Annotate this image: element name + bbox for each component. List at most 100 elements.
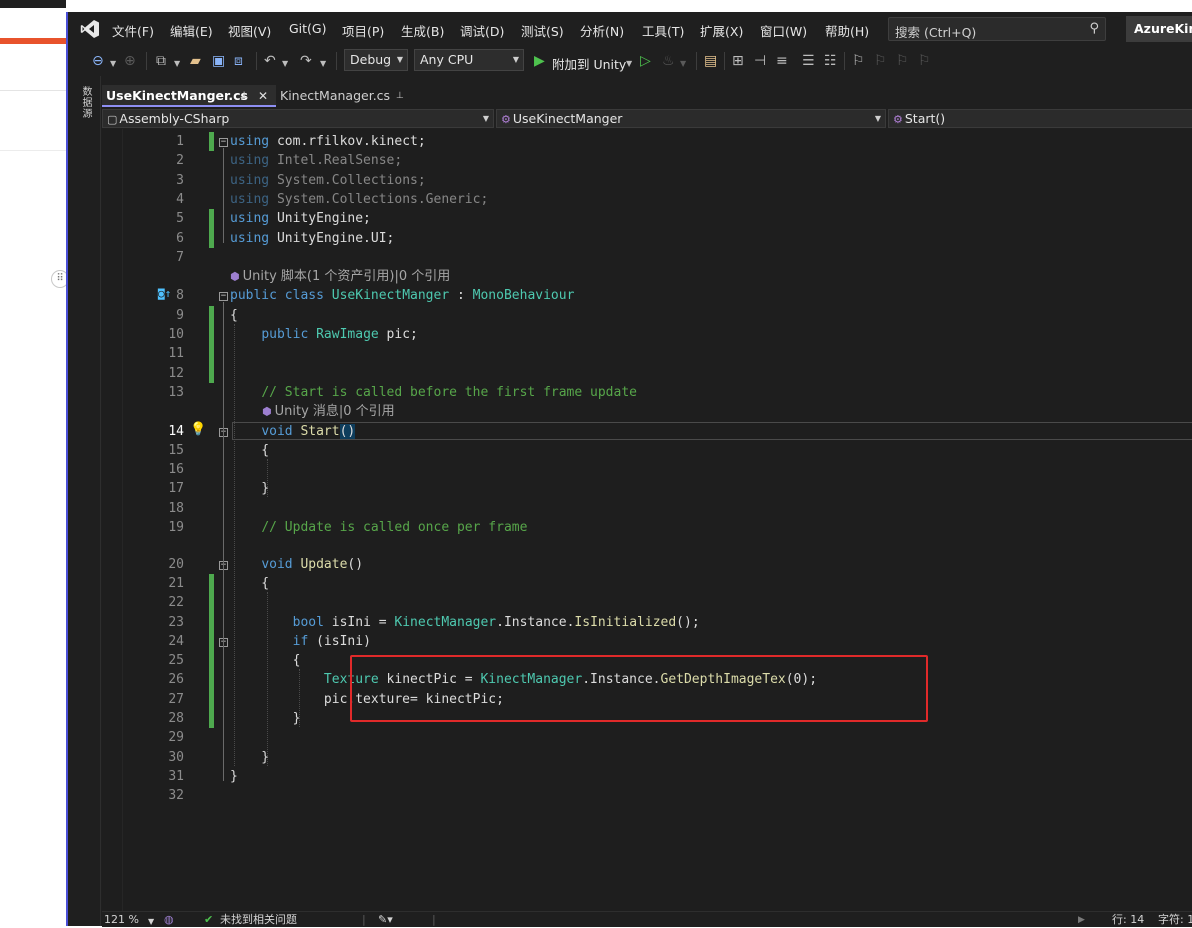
code-line[interactable]: }	[230, 709, 301, 728]
code-line[interactable]: // Update is called once per frame	[230, 518, 527, 537]
code-line[interactable]: }	[230, 767, 238, 786]
menu-analyze[interactable]: 分析(N)	[580, 21, 624, 40]
scroll-right-icon[interactable]: ▶	[1078, 914, 1085, 927]
member-select[interactable]: ⚙ Start()	[888, 109, 1192, 128]
navigate-back-icon[interactable]: ⊖	[92, 52, 104, 70]
redo-icon[interactable]: ↷	[300, 52, 312, 70]
line-number: 31	[168, 768, 184, 784]
chevron-down-icon[interactable]: ▼	[282, 55, 288, 73]
code-line[interactable]: using com.rfilkov.kinect;	[230, 132, 426, 151]
code-line[interactable]: using System.Collections.Generic;	[230, 190, 488, 209]
project-select[interactable]: ▢ Assembly-CSharp ▼	[102, 109, 494, 128]
lightbulb-icon[interactable]: 💡	[190, 422, 206, 437]
collapse-toggle-icon[interactable]: −	[219, 138, 228, 147]
start-without-debugging-icon[interactable]: ▷	[640, 52, 651, 70]
chevron-down-icon[interactable]: ▼	[174, 55, 180, 73]
line-number: 9	[176, 307, 184, 323]
chevron-down-icon[interactable]: ▼	[110, 55, 116, 73]
open-file-icon[interactable]: ▰	[190, 52, 201, 70]
code-editor[interactable]: 1 2 3 4 5 6 7 8 9 10 11 12 13 14 15 16 17 18 19 20 21 22 23 24 2…	[102, 129, 1192, 911]
code-token: pic;	[378, 327, 418, 342]
code-lens-class[interactable]: ⬢ Unity 脚本(1 个资产引用)|0 个引用	[230, 267, 450, 286]
code-lens-method[interactable]: ⬢ Unity 消息|0 个引用	[262, 402, 395, 421]
tab-usekinectmanger[interactable]: UseKinectManger.cs ⊥ ✕	[102, 85, 278, 107]
line-number: 13	[168, 384, 184, 400]
attach-to-unity-button[interactable]: 附加到 Unity	[552, 54, 626, 73]
solution-name-badge[interactable]: AzureKinect	[1126, 16, 1192, 42]
toolbar-separator	[256, 52, 257, 70]
previous-bookmark-icon[interactable]: ⚐	[874, 52, 887, 70]
code-line[interactable]: using UnityEngine;	[230, 209, 371, 228]
copilot-icon[interactable]: ◍	[164, 913, 174, 926]
new-project-icon[interactable]: ⧉	[156, 52, 166, 70]
menu-git[interactable]: Git(G)	[289, 21, 327, 36]
menu-extensions[interactable]: 扩展(X)	[700, 21, 743, 40]
bookmark-icon[interactable]: ⚐	[852, 52, 865, 70]
menu-test[interactable]: 测试(S)	[521, 21, 564, 40]
next-bookmark-icon[interactable]: ⚐	[896, 52, 909, 70]
uncomment-icon[interactable]: ☷	[824, 52, 837, 70]
chevron-down-icon[interactable]: ▼	[626, 55, 632, 73]
chevron-down-icon: ▼	[874, 114, 881, 123]
char-indicator[interactable]: 字符: 1	[1158, 913, 1192, 926]
clear-bookmarks-icon[interactable]: ⚐	[918, 52, 931, 70]
save-all-icon[interactable]: ⧈	[234, 52, 243, 70]
code-line[interactable]: if (isIni)	[230, 632, 371, 651]
code-line[interactable]: using UnityEngine.UI;	[230, 229, 394, 248]
platform-select[interactable]: Any CPU ▼	[414, 49, 524, 71]
line-indicator[interactable]: 行: 14	[1112, 913, 1144, 926]
comment-out-icon[interactable]: ☰	[802, 52, 815, 70]
menu-edit[interactable]: 编辑(E)	[170, 21, 213, 40]
menu-debug[interactable]: 调试(D)	[460, 21, 504, 40]
navigate-forward-icon[interactable]: ⊕	[124, 52, 136, 70]
code-line[interactable]: // Start is called before the first fram…	[230, 383, 637, 402]
code-line[interactable]: bool isIni = KinectManager.Instance.IsIn…	[230, 613, 700, 632]
menu-build[interactable]: 生成(B)	[401, 21, 444, 40]
menu-file[interactable]: 文件(F)	[112, 21, 154, 40]
chevron-down-icon[interactable]: ▼	[320, 55, 326, 73]
chevron-down-icon[interactable]: ▼	[680, 55, 686, 73]
line-number: 18	[168, 500, 184, 516]
solution-explorer-icon[interactable]: ▤	[704, 52, 717, 70]
zoom-level[interactable]: 121 %	[104, 913, 139, 926]
type-select[interactable]: ⚙ UseKinectManger ▼	[496, 109, 886, 128]
code-line[interactable]: }	[230, 748, 269, 767]
code-line[interactable]: {	[230, 306, 238, 325]
pin-icon[interactable]: ⊥	[396, 85, 404, 107]
menu-view[interactable]: 视图(V)	[228, 21, 271, 40]
code-token: :	[449, 288, 473, 304]
undo-icon[interactable]: ↶	[264, 52, 276, 70]
code-line[interactable]: using Intel.RealSense;	[230, 151, 402, 170]
code-line[interactable]: {	[230, 651, 301, 670]
collapse-toggle-icon[interactable]: −	[219, 292, 228, 302]
override-indicator-icon[interactable]: ◙↑	[158, 287, 171, 300]
tab-kinectmanager[interactable]: KinectManager.cs ⊥	[276, 85, 426, 107]
step-into-icon[interactable]: ⊣	[754, 52, 766, 70]
chevron-down-icon[interactable]: ▼	[148, 915, 154, 928]
code-line[interactable]: using System.Collections;	[230, 171, 426, 190]
pin-icon[interactable]: ⊥	[240, 85, 248, 107]
window-layout-icon[interactable]: ⊞	[732, 52, 744, 70]
format-document-icon[interactable]: ≡	[776, 52, 788, 70]
menu-tools[interactable]: 工具(T)	[642, 21, 684, 40]
code-line[interactable]: public RawImage pic;	[230, 325, 418, 344]
close-icon[interactable]: ✕	[258, 85, 268, 107]
code-line[interactable]: public class UseKinectManger : MonoBehav…	[230, 286, 574, 305]
data-sources-tab[interactable]: 数据源	[78, 86, 93, 119]
issues-status[interactable]: 未找到相关问题	[220, 913, 297, 926]
code-line[interactable]: {	[230, 574, 269, 593]
brush-icon[interactable]: ✎▾	[378, 913, 393, 926]
start-debugging-icon[interactable]: ▶	[534, 52, 545, 70]
menu-help[interactable]: 帮助(H)	[825, 21, 869, 40]
search-input[interactable]: 搜索 (Ctrl+Q) ⚲	[888, 17, 1106, 41]
code-line[interactable]: {	[230, 441, 269, 460]
configuration-select[interactable]: Debug ▼	[344, 49, 408, 71]
menu-project[interactable]: 项目(P)	[342, 21, 384, 40]
hot-reload-icon[interactable]: ♨	[662, 52, 675, 70]
menu-window[interactable]: 窗口(W)	[760, 21, 807, 40]
code-line[interactable]: void Update()	[230, 555, 363, 574]
code-line[interactable]: }	[230, 479, 269, 498]
code-line[interactable]: void Start()	[230, 422, 356, 441]
save-icon[interactable]: ▣	[212, 52, 225, 70]
